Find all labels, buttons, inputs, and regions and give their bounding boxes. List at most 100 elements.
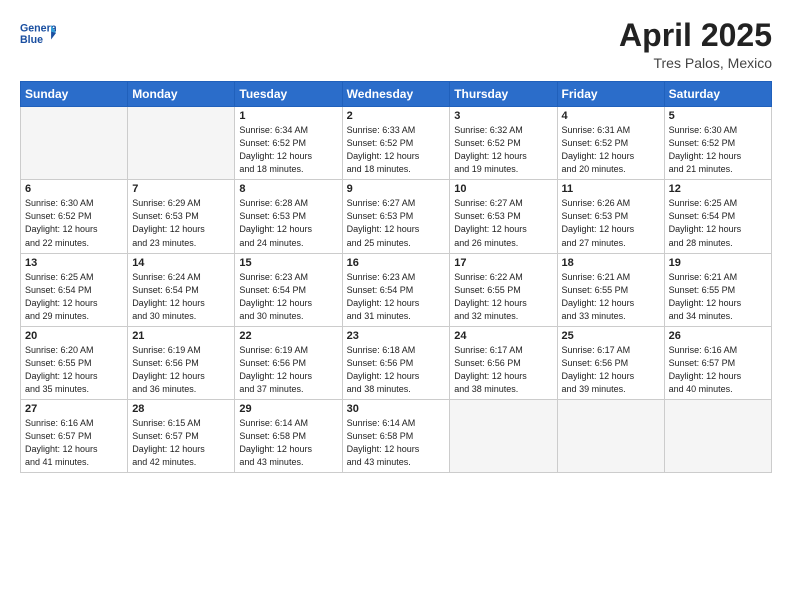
day-cell-1: 1Sunrise: 6:34 AMSunset: 6:52 PMDaylight… <box>235 107 342 180</box>
daylight-text-2: and 20 minutes. <box>562 163 660 176</box>
daylight-text-2: and 22 minutes. <box>25 237 123 250</box>
day-cell-4: 4 Sunrise: 6:31 AMSunset: 6:52 PMDaylight… <box>557 107 664 180</box>
day-info: Sunrise: 6:19 AMSunset: 6:56 PMDaylight:… <box>239 344 337 396</box>
daylight-text-2: and 32 minutes. <box>454 310 552 323</box>
daylight-text: Daylight: 12 hours <box>132 297 230 310</box>
sunset-text: Sunset: 6:57 PM <box>132 430 230 443</box>
sunset-text: Sunset: 6:54 PM <box>347 284 446 297</box>
day-number: 24 <box>454 330 552 342</box>
daylight-text: Daylight: 12 hours <box>239 370 337 383</box>
sunset-text: Sunset: 6:55 PM <box>562 284 660 297</box>
daylight-text: Daylight: 12 hours <box>454 223 552 236</box>
day-number: 16 <box>347 257 446 269</box>
daylight-text-2: and 28 minutes. <box>669 237 767 250</box>
daylight-text-2: and 18 minutes. <box>239 163 337 176</box>
daylight-text: Daylight: 12 hours <box>562 370 660 383</box>
daylight-text: Daylight: 12 hours <box>347 297 446 310</box>
sunset-text: Sunset: 6:55 PM <box>669 284 767 297</box>
sunrise-text: Sunrise: 6:33 AM <box>347 124 446 137</box>
day-number: 19 <box>669 257 767 269</box>
day-info: Sunrise: 6:32 AMSunset: 6:52 PMDaylight:… <box>454 124 552 176</box>
day-info: Sunrise: 6:25 AMSunset: 6:54 PMDaylight:… <box>25 271 123 323</box>
day-cell-13: 13Sunrise: 6:25 AMSunset: 6:54 PMDayligh… <box>21 253 128 326</box>
day-cell-10: 10Sunrise: 6:27 AMSunset: 6:53 PMDayligh… <box>450 180 557 253</box>
day-number: 11 <box>562 183 660 195</box>
daylight-text: Daylight: 12 hours <box>454 150 552 163</box>
day-cell-15: 15Sunrise: 6:23 AMSunset: 6:54 PMDayligh… <box>235 253 342 326</box>
daylight-text: Daylight: 12 hours <box>132 443 230 456</box>
week-row-1: 1Sunrise: 6:34 AMSunset: 6:52 PMDaylight… <box>21 107 772 180</box>
sunrise-text: Sunrise: 6:34 AM <box>239 124 337 137</box>
sunrise-text: Sunrise: 6:19 AM <box>132 344 230 357</box>
daylight-text: Daylight: 12 hours <box>562 223 660 236</box>
day-info: Sunrise: 6:30 AMSunset: 6:52 PMDaylight:… <box>669 124 767 176</box>
day-info: Sunrise: 6:14 AMSunset: 6:58 PMDaylight:… <box>239 417 337 469</box>
day-cell-22: 22 Sunrise: 6:19 AMSunset: 6:56 PMDayligh… <box>235 326 342 399</box>
calendar-table: SundayMondayTuesdayWednesdayThursdayFrid… <box>20 81 772 473</box>
weekday-header-thursday: Thursday <box>450 82 557 107</box>
day-info: Sunrise: 6:22 AMSunset: 6:55 PMDaylight:… <box>454 271 552 323</box>
sunset-text: Sunset: 6:56 PM <box>454 357 552 370</box>
day-info: Sunrise: 6:29 AMSunset: 6:53 PMDaylight:… <box>132 197 230 249</box>
daylight-text: Daylight: 12 hours <box>25 297 123 310</box>
sunset-text: Sunset: 6:56 PM <box>347 357 446 370</box>
day-info: Sunrise: 6:17 AMSunset: 6:56 PMDaylight:… <box>454 344 552 396</box>
day-number: 4 <box>562 110 660 122</box>
sunrise-text: Sunrise: 6:25 AM <box>669 197 767 210</box>
day-number: 22 <box>239 330 337 342</box>
weekday-header-monday: Monday <box>128 82 235 107</box>
day-number: 12 <box>669 183 767 195</box>
daylight-text-2: and 41 minutes. <box>25 456 123 469</box>
sunset-text: Sunset: 6:55 PM <box>25 357 123 370</box>
empty-cell <box>557 399 664 472</box>
daylight-text: Daylight: 12 hours <box>25 370 123 383</box>
day-info: Sunrise: 6:30 AMSunset: 6:52 PMDaylight:… <box>25 197 123 249</box>
daylight-text: Daylight: 12 hours <box>669 150 767 163</box>
sunrise-text: Sunrise: 6:16 AM <box>669 344 767 357</box>
day-cell-29: 29Sunrise: 6:14 AMSunset: 6:58 PMDayligh… <box>235 399 342 472</box>
sunrise-text: Sunrise: 6:16 AM <box>25 417 123 430</box>
day-info: Sunrise: 6:31 AMSunset: 6:52 PMDaylight:… <box>562 124 660 176</box>
svg-text:General: General <box>20 22 56 34</box>
day-number: 25 <box>562 330 660 342</box>
sunrise-text: Sunrise: 6:27 AM <box>347 197 446 210</box>
sunrise-text: Sunrise: 6:30 AM <box>669 124 767 137</box>
day-info: Sunrise: 6:16 AMSunset: 6:57 PMDaylight:… <box>669 344 767 396</box>
daylight-text-2: and 35 minutes. <box>25 383 123 396</box>
week-row-2: 6Sunrise: 6:30 AMSunset: 6:52 PMDaylight… <box>21 180 772 253</box>
sunset-text: Sunset: 6:53 PM <box>347 210 446 223</box>
page: General Blue April 2025 Tres Palos, Mexi… <box>0 0 792 612</box>
daylight-text: Daylight: 12 hours <box>669 297 767 310</box>
sunset-text: Sunset: 6:54 PM <box>132 284 230 297</box>
day-info: Sunrise: 6:27 AMSunset: 6:53 PMDaylight:… <box>347 197 446 249</box>
day-info: Sunrise: 6:23 AMSunset: 6:54 PMDaylight:… <box>239 271 337 323</box>
weekday-header-row: SundayMondayTuesdayWednesdayThursdayFrid… <box>21 82 772 107</box>
day-cell-27: 27Sunrise: 6:16 AMSunset: 6:57 PMDayligh… <box>21 399 128 472</box>
sunset-text: Sunset: 6:55 PM <box>454 284 552 297</box>
day-info: Sunrise: 6:17 AMSunset: 6:56 PMDaylight:… <box>562 344 660 396</box>
sunset-text: Sunset: 6:58 PM <box>347 430 446 443</box>
sunrise-text: Sunrise: 6:25 AM <box>25 271 123 284</box>
daylight-text-2: and 24 minutes. <box>239 237 337 250</box>
daylight-text: Daylight: 12 hours <box>132 223 230 236</box>
day-number: 30 <box>347 403 446 415</box>
daylight-text-2: and 30 minutes. <box>239 310 337 323</box>
empty-cell <box>21 107 128 180</box>
day-number: 18 <box>562 257 660 269</box>
daylight-text-2: and 25 minutes. <box>347 237 446 250</box>
day-cell-24: 24 Sunrise: 6:17 AMSunset: 6:56 PMDayligh… <box>450 326 557 399</box>
daylight-text: Daylight: 12 hours <box>347 150 446 163</box>
sunrise-text: Sunrise: 6:23 AM <box>347 271 446 284</box>
daylight-text: Daylight: 12 hours <box>239 297 337 310</box>
sunset-text: Sunset: 6:52 PM <box>347 137 446 150</box>
title-block: April 2025 Tres Palos, Mexico <box>619 18 772 71</box>
day-info: Sunrise: 6:19 AMSunset: 6:56 PMDaylight:… <box>132 344 230 396</box>
sunset-text: Sunset: 6:58 PM <box>239 430 337 443</box>
empty-cell <box>664 399 771 472</box>
day-info: Sunrise: 6:16 AMSunset: 6:57 PMDaylight:… <box>25 417 123 469</box>
daylight-text: Daylight: 12 hours <box>347 370 446 383</box>
day-cell-23: 23Sunrise: 6:18 AMSunset: 6:56 PMDayligh… <box>342 326 450 399</box>
sunset-text: Sunset: 6:54 PM <box>25 284 123 297</box>
calendar-location: Tres Palos, Mexico <box>619 55 772 71</box>
day-info: Sunrise: 6:14 AMSunset: 6:58 PMDaylight:… <box>347 417 446 469</box>
